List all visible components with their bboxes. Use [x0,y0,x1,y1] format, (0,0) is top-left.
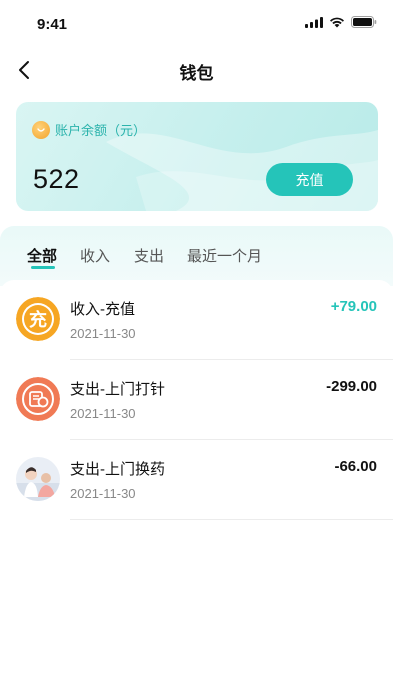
balance-label: 账户余额（元） [55,123,147,138]
balance-amount: 522 [33,164,80,194]
status-time: 9:41 [37,16,68,33]
tab-income[interactable]: 收入 [80,245,110,266]
battery-icon [351,16,377,28]
balance-label-row: 账户余额（元） [32,120,146,139]
page-title: 钱包 [179,64,214,83]
transaction-amount: -299.00 [326,378,377,395]
tab-last-month[interactable]: 最近一个月 [187,245,262,266]
wifi-icon [330,17,344,27]
transaction-row[interactable]: 支出-上门打针 2021-11-30 -299.00 [0,360,393,440]
tab-expense[interactable]: 支出 [134,245,164,266]
transaction-row[interactable]: 充 收入-充值 2021-11-30 +79.00 [0,280,393,360]
transaction-date: 2021-11-30 [70,326,136,341]
transaction-amount: +79.00 [330,298,377,315]
transaction-list: 充 收入-充值 2021-11-30 +79.00 支出-上门打针 2021-1… [0,280,393,520]
svg-text:充: 充 [29,309,47,331]
status-bar: 9:41 [0,0,393,44]
injection-icon [16,377,60,421]
transaction-date: 2021-11-30 [70,406,136,421]
transaction-title: 收入-充值 [70,301,135,318]
signal-icon [305,16,323,28]
recharge-icon: 充 [16,297,60,341]
coin-icon [32,120,50,139]
status-icons [305,16,377,28]
transaction-date: 2021-11-30 [70,486,136,501]
transaction-row[interactable]: 支出-上门换药 2021-11-30 -66.00 [0,440,393,520]
recharge-button[interactable]: 充值 [266,163,353,196]
filter-tabs: 全部 收入 支出 最近一个月 [0,226,393,286]
transaction-title: 支出-上门打针 [70,381,165,398]
nurse-photo [16,457,60,501]
transaction-title: 支出-上门换药 [70,461,165,478]
row-divider [70,519,393,520]
nav-bar: 钱包 [0,48,393,92]
transaction-amount: -66.00 [334,458,377,475]
tab-all[interactable]: 全部 [27,245,57,266]
active-tab-indicator [31,266,55,269]
balance-card: 账户余额（元） 522 充值 [16,102,378,211]
